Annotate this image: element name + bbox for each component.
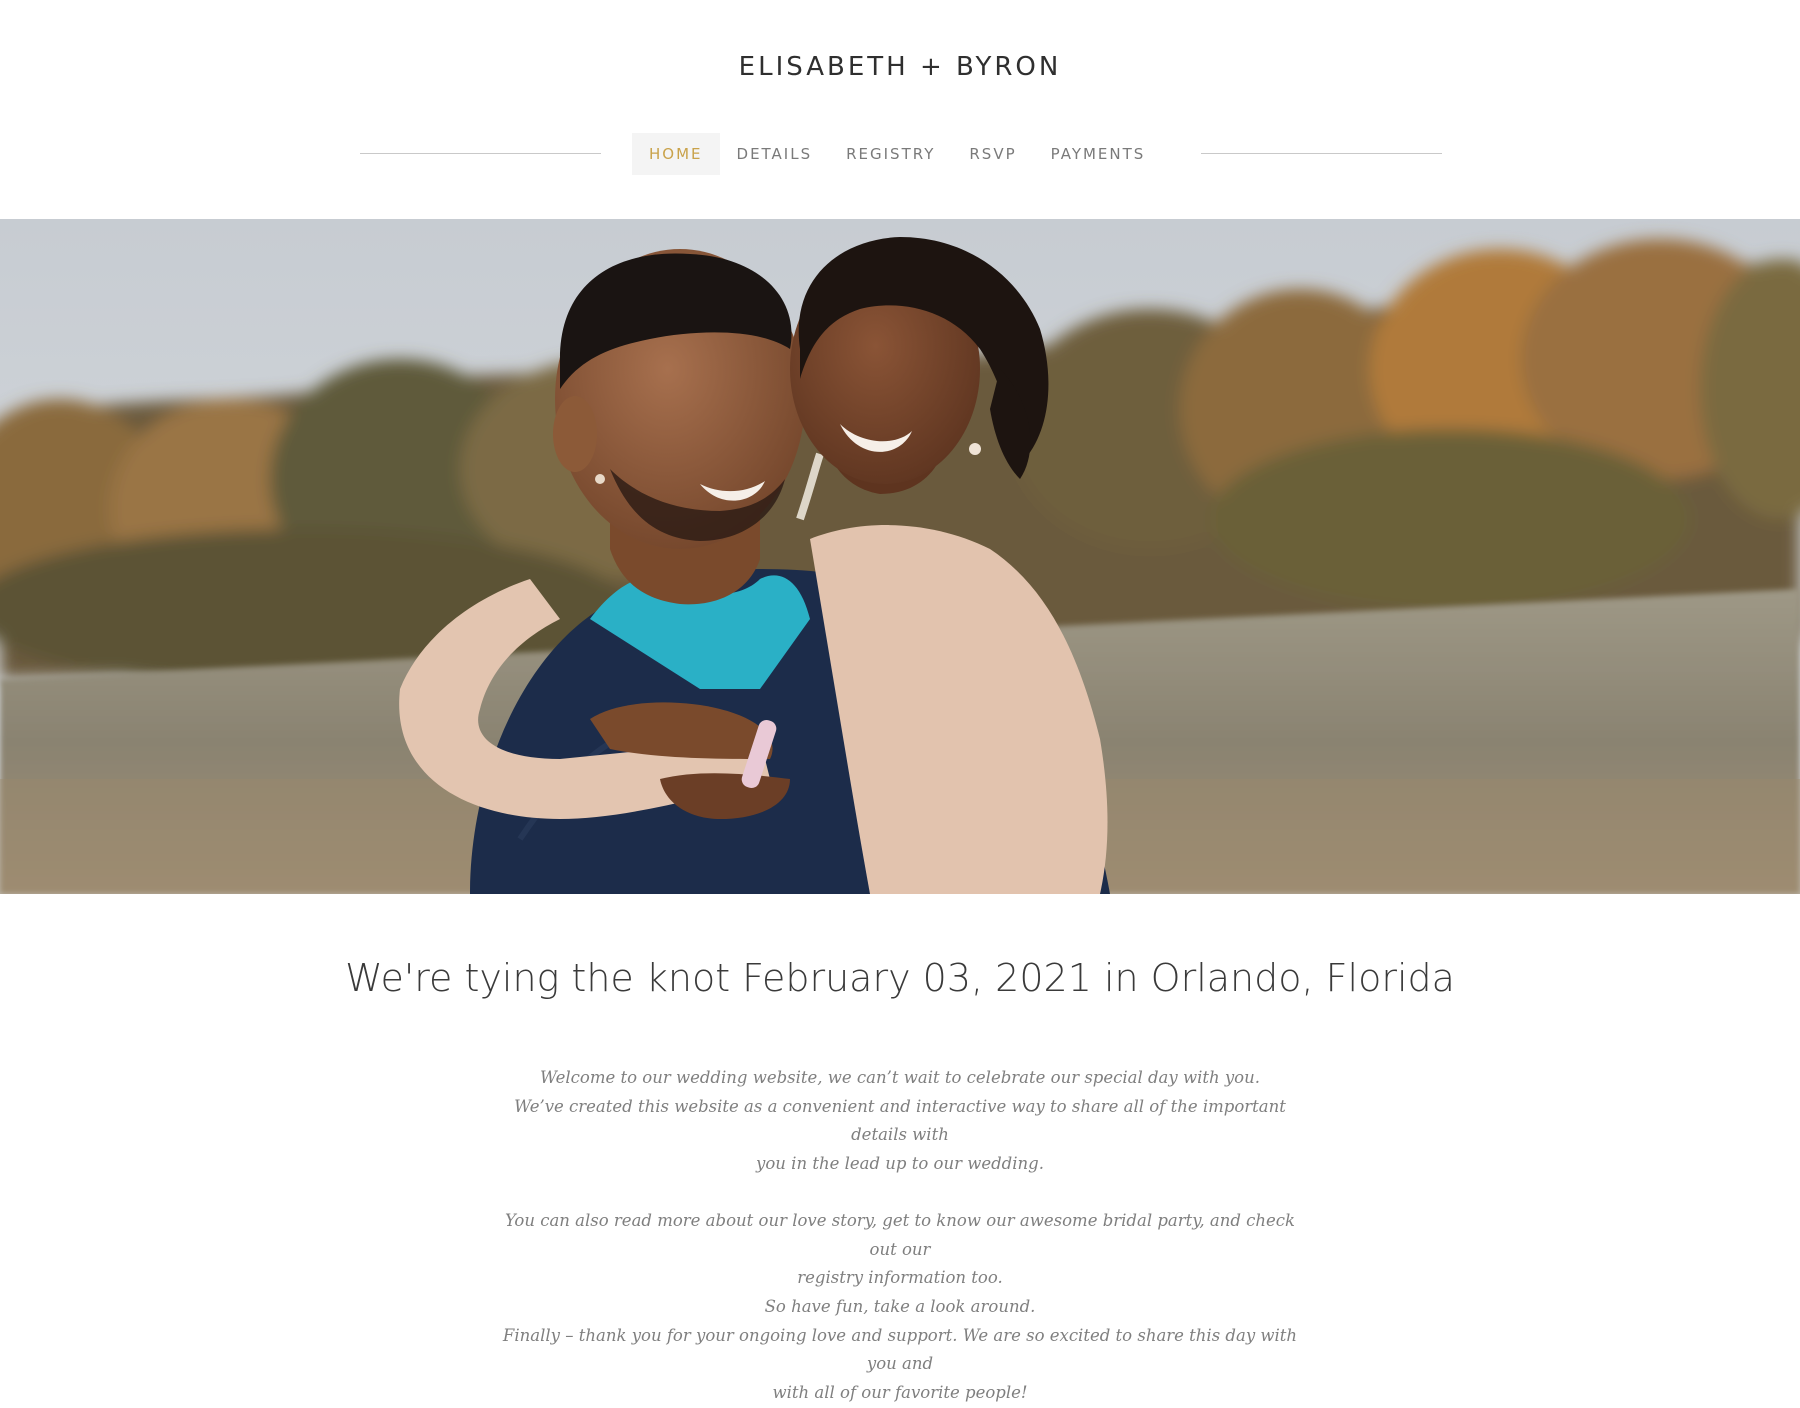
nav-item-home[interactable]: HOME	[632, 133, 720, 175]
welcome-message: Welcome to our wedding website, we can’t…	[500, 1064, 1300, 1408]
welcome-line: We’ve created this website as a convenie…	[514, 1096, 1286, 1145]
nav-divider-right	[1201, 153, 1442, 154]
hero-photo	[0, 219, 1800, 894]
nav-item-rsvp[interactable]: RSVP	[952, 133, 1033, 175]
nav-item-details[interactable]: DETAILS	[720, 133, 830, 175]
wedding-headline: We're tying the knot February 03, 2021 i…	[345, 956, 1455, 1000]
welcome-line: So have fun, take a look around.	[764, 1296, 1036, 1316]
main-nav: HOME DETAILS REGISTRY RSVP PAYMENTS	[360, 133, 1442, 175]
main-content: We're tying the knot February 03, 2021 i…	[0, 894, 1800, 1402]
welcome-line: with all of our favorite people!	[772, 1383, 1028, 1403]
welcome-line: registry information too.	[797, 1268, 1003, 1288]
nav-divider-left	[360, 153, 601, 154]
site-header: ELISABETH + BYRON HOME DETAILS REGISTRY …	[0, 0, 1800, 219]
welcome-line: Finally – thank you for your ongoing lov…	[502, 1325, 1298, 1374]
site-title[interactable]: ELISABETH + BYRON	[0, 52, 1800, 82]
nav-list: HOME DETAILS REGISTRY RSVP PAYMENTS	[632, 133, 1162, 175]
welcome-line: You can also read more about our love st…	[504, 1210, 1296, 1259]
nav-item-payments[interactable]: PAYMENTS	[1034, 133, 1163, 175]
welcome-line: you in the lead up to our wedding.	[756, 1154, 1044, 1174]
nav-item-registry[interactable]: REGISTRY	[829, 133, 952, 175]
welcome-line: Welcome to our wedding website, we can’t…	[539, 1068, 1260, 1087]
hero-photo-illustration	[0, 219, 1800, 894]
